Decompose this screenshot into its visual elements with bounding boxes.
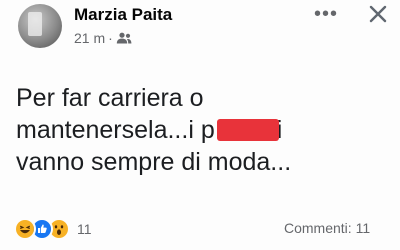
facebook-post: Marzia Paita 21 m · ••• Per far carriera… (0, 0, 400, 250)
post-text-fragment: mantenersela...i p (16, 116, 215, 144)
post-text-line: vanno sempre di moda... (16, 148, 292, 176)
post-time[interactable]: 21 m (74, 30, 105, 46)
redaction-mark (216, 119, 279, 141)
more-options-button[interactable]: ••• (312, 3, 340, 25)
close-icon (369, 5, 387, 23)
haha-emoji-icon (14, 218, 36, 240)
post-text-line: Per far carriera o (16, 84, 204, 112)
author-avatar[interactable] (18, 4, 62, 48)
post-text-line: mantenersela...i pi (16, 114, 386, 146)
reaction-count[interactable]: 11 (77, 221, 92, 237)
post-meta: 21 m · (74, 30, 132, 46)
post-text: Per far carriera o mantenersela...i pi v… (16, 82, 386, 178)
author-name[interactable]: Marzia Paita (74, 5, 172, 25)
comments-count-link[interactable]: Commenti: 11 (284, 220, 370, 236)
reactions-summary[interactable]: 11 (14, 218, 92, 240)
friends-icon (116, 32, 132, 44)
meta-separator: · (108, 30, 113, 46)
close-button[interactable] (364, 0, 392, 28)
